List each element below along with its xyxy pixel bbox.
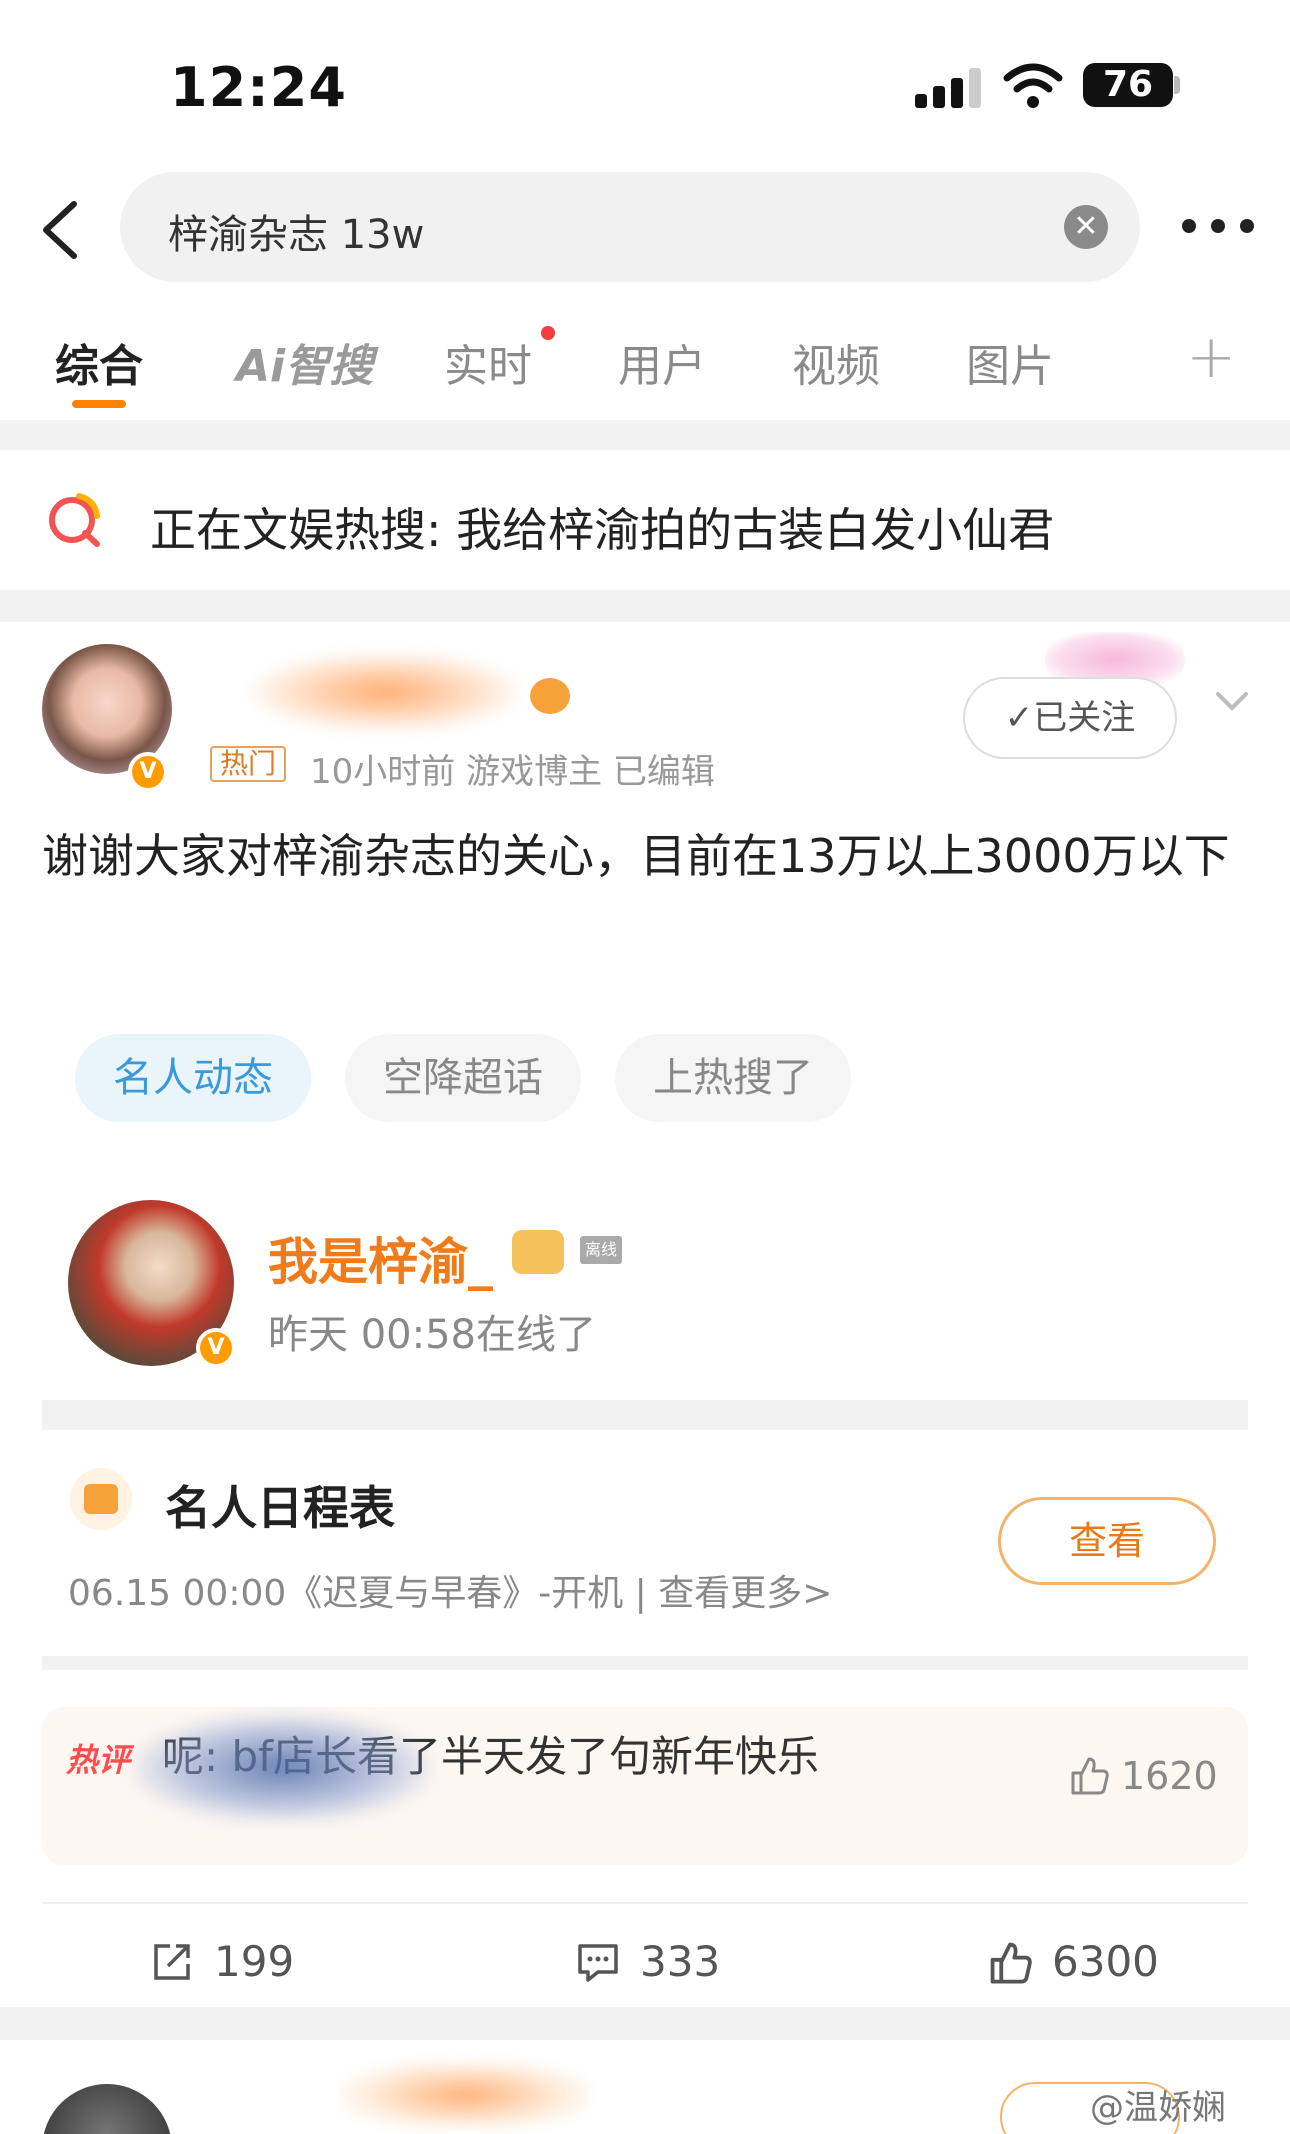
chevron-down-icon[interactable] [1210, 682, 1254, 722]
wifi-icon [1003, 63, 1063, 108]
chip-hot-search[interactable]: 上热搜了 [615, 1034, 851, 1122]
comment-like-button[interactable]: 1620 [1067, 1753, 1218, 1798]
chip-celebrity-news[interactable]: 名人动态 [75, 1034, 311, 1122]
hot-search-banner[interactable]: 正在文娱热搜: 我给梓渝拍的古装白发小仙君 [0, 450, 1290, 590]
search-input[interactable]: 梓渝杂志 13w ✕ [120, 172, 1140, 282]
verified-badge-icon: V [128, 752, 168, 792]
verified-badge-icon: V [196, 1328, 236, 1368]
calendar-icon [70, 1468, 132, 1530]
celebrity-name[interactable]: 我是梓渝_ [268, 1222, 493, 1294]
schedule-line[interactable]: 06.15 00:00《迟夏与早春》-开机 | 查看更多> [68, 1564, 832, 1616]
comment-count: 333 [640, 1937, 721, 1986]
commenter-name-blurred [132, 1713, 432, 1823]
like-button[interactable]: 6300 [986, 1937, 1159, 1986]
next-author-name-blurred[interactable] [340, 2060, 590, 2130]
divider-line [42, 1902, 1248, 1904]
section-divider [0, 420, 1290, 450]
add-tab-icon[interactable]: + [1186, 322, 1236, 392]
more-options-icon[interactable] [1178, 205, 1258, 245]
section-divider [0, 590, 1290, 622]
tab-bar: 综合 Ai智搜 实时 用户 视频 图片 + [0, 300, 1290, 420]
post-meta: 10小时前 游戏博主 已编辑 [310, 752, 715, 792]
hot-comment-label: 热评 [66, 1741, 131, 1779]
hot-tag: 热门 [210, 746, 287, 782]
new-dot-badge [541, 326, 555, 340]
tab-ai-search[interactable]: Ai智搜 [236, 330, 373, 394]
tab-images[interactable]: 图片 [966, 330, 1054, 394]
back-arrow-icon[interactable] [30, 190, 90, 270]
hot-search-icon [49, 493, 100, 547]
online-status: 昨天 00:58在线了 [268, 1312, 596, 1358]
thumbs-up-icon [990, 1942, 1032, 1984]
author-name-blurred[interactable] [250, 652, 520, 732]
repost-button[interactable]: 199 [148, 1937, 294, 1986]
chip-super-topic[interactable]: 空降超话 [345, 1034, 581, 1122]
section-divider [42, 1400, 1248, 1430]
comment-icon [578, 1943, 618, 1982]
comment-like-count: 1620 [1121, 1754, 1218, 1798]
repost-icon [154, 1943, 190, 1980]
tab-users[interactable]: 用户 [618, 330, 706, 394]
tab-videos[interactable]: 视频 [792, 330, 880, 394]
tab-active-indicator [72, 400, 126, 408]
tab-realtime[interactable]: 实时 [444, 330, 532, 394]
search-query: 梓渝杂志 13w [168, 212, 425, 258]
battery-tip [1174, 76, 1180, 94]
watermark: @温娇娴 [1090, 2088, 1226, 2128]
view-schedule-button[interactable]: 查看 [998, 1497, 1216, 1585]
next-author-avatar[interactable] [42, 2084, 172, 2134]
crown-badge-icon [512, 1230, 564, 1274]
status-bar: 12:24 76 [0, 0, 1290, 170]
hot-search-text: 正在文娱热搜: 我给梓渝拍的古装白发小仙君 [150, 503, 1055, 557]
battery-indicator: 76 [1083, 63, 1173, 107]
fish-badge-icon [530, 678, 570, 714]
status-time: 12:24 [170, 56, 347, 119]
offline-badge: 离线 [580, 1236, 622, 1264]
like-count: 6300 [1052, 1937, 1159, 1986]
section-divider [42, 1656, 1248, 1670]
hot-comment[interactable]: 热评 呢: bf店长看了半天发了句新年快乐 1620 [42, 1707, 1248, 1865]
post-card: V 热门 10小时前 游戏博主 已编辑 ✓已关注 谢谢大家对梓渝杂志的关心，目前… [0, 622, 1290, 2007]
repost-count: 199 [214, 1937, 295, 1986]
section-divider [0, 2007, 1290, 2040]
clear-search-icon[interactable]: ✕ [1064, 205, 1108, 249]
following-button[interactable]: ✓已关注 [963, 677, 1177, 759]
post-text: 谢谢大家对梓渝杂志的关心，目前在13万以上3000万以下 [42, 829, 1230, 883]
tab-comprehensive[interactable]: 综合 [55, 330, 143, 394]
cellular-signal-icon [915, 68, 985, 108]
comment-button[interactable]: 333 [574, 1937, 720, 1986]
thumbs-up-icon [1071, 1757, 1109, 1795]
schedule-title: 名人日程表 [165, 1481, 395, 1535]
